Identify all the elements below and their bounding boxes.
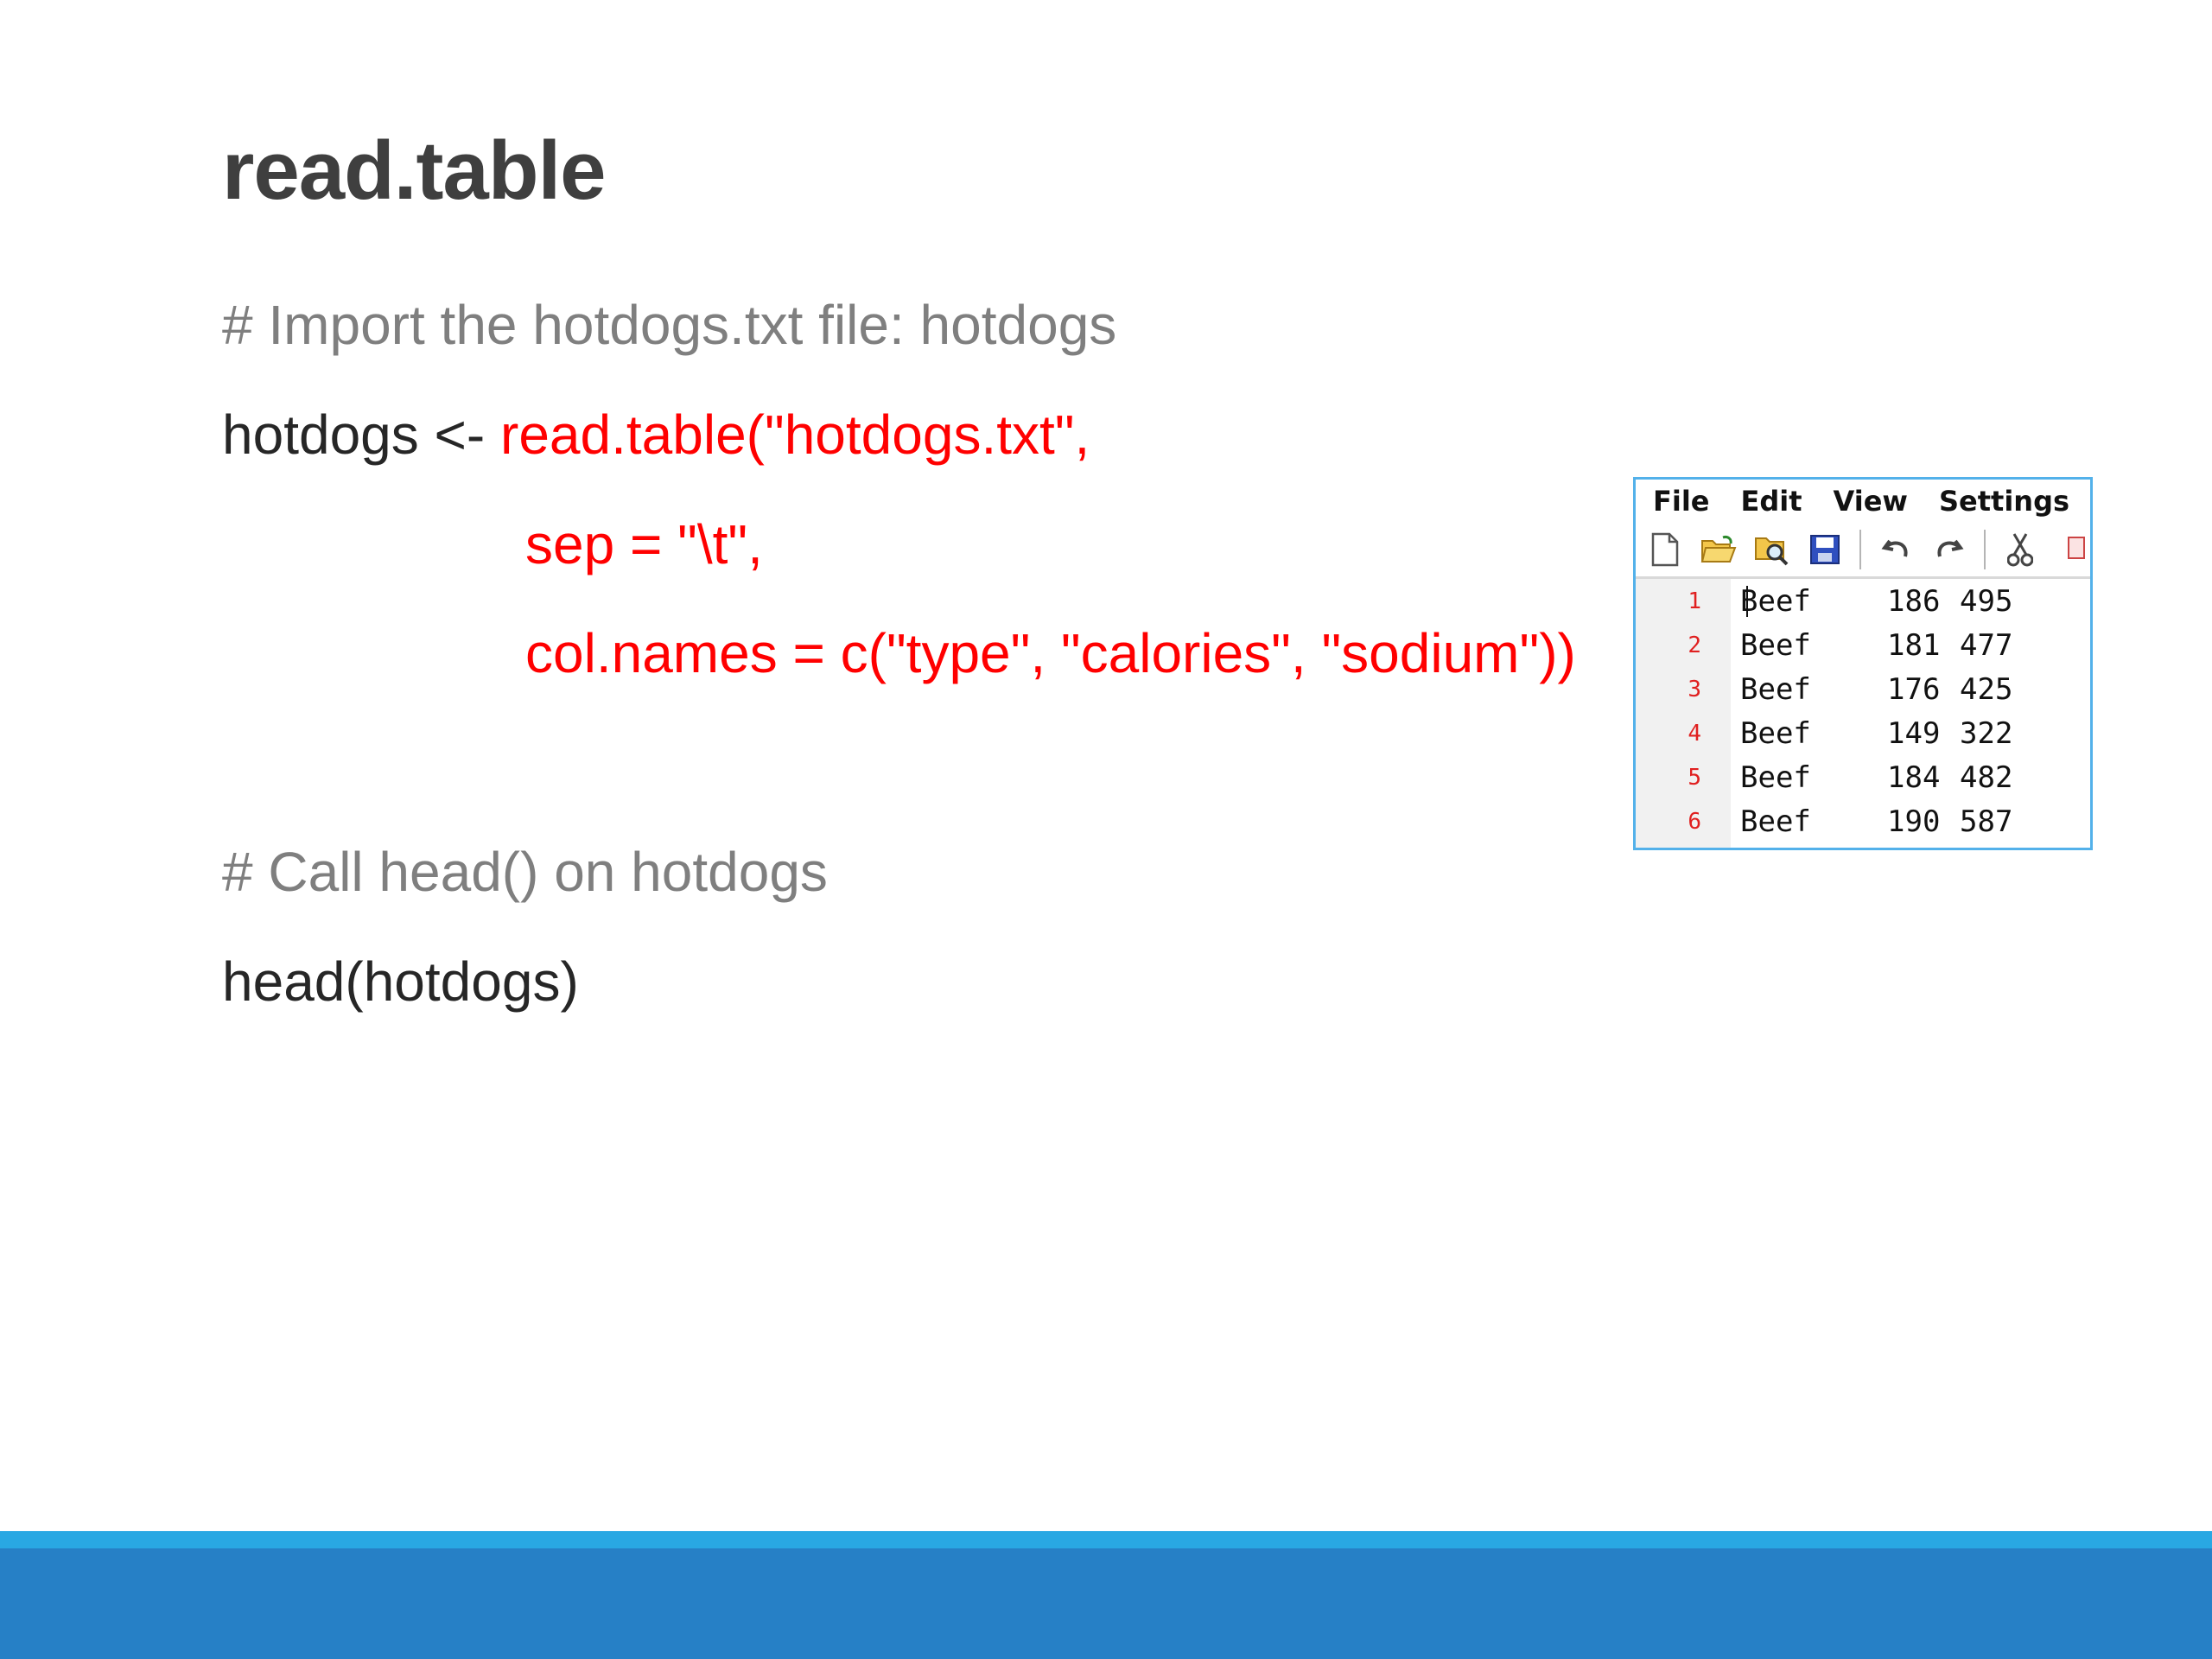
menu-bar: File Edit View Settings ? (1636, 480, 2090, 523)
find-icon[interactable] (1754, 531, 1790, 569)
toolbar-separator (1983, 530, 1986, 569)
cell-sodium: 477 (1960, 627, 2013, 663)
open-folder-icon[interactable] (1700, 531, 1737, 569)
menu-edit[interactable]: Edit (1741, 485, 1802, 518)
text-row: 1 Beef 186 495 (1636, 579, 2090, 623)
code-line-read-table: hotdogs <- read.table("hotdogs.txt", (222, 400, 1090, 469)
notepad-window: File Edit View Settings ? (1633, 477, 2093, 850)
toolbar (1636, 523, 2090, 579)
code-line-head: head(hotdogs) (222, 950, 579, 1013)
text-row: 6 Beef 190 587 (1636, 799, 2090, 843)
comment-import: # Import the hotdogs.txt file: hotdogs (222, 294, 1117, 356)
cell-sodium: 587 (1960, 804, 2013, 839)
cell-calories: 186 (1887, 583, 1941, 619)
code-read-table-call: read.table("hotdogs.txt", (500, 404, 1090, 466)
text-row: 2 Beef 181 477 (1636, 623, 2090, 667)
footer-bar (0, 1548, 2212, 1659)
text-caret (1746, 586, 1748, 617)
line-number: 5 (1688, 764, 1701, 791)
line-number: 6 (1688, 808, 1701, 835)
undo-icon[interactable] (1878, 531, 1914, 569)
cell-type: Beef (1740, 715, 1811, 751)
code-line-sep: sep = "\t", (525, 513, 763, 575)
cell-sodium: 482 (1960, 760, 2013, 795)
cell-sodium: 322 (1960, 715, 2013, 751)
redo-icon[interactable] (1931, 531, 1967, 569)
cell-calories: 184 (1887, 760, 1941, 795)
text-row: 5 Beef 184 482 (1636, 755, 2090, 799)
line-number: 4 (1688, 720, 1701, 747)
new-file-icon[interactable] (1648, 531, 1683, 569)
cell-type: Beef (1740, 760, 1811, 795)
comment-head: # Call head() on hotdogs (222, 841, 828, 903)
cell-calories: 181 (1887, 627, 1941, 663)
cell-calories: 149 (1887, 715, 1941, 751)
footer-accent-bar (0, 1531, 2212, 1548)
save-icon[interactable] (1808, 531, 1843, 569)
line-number: 1 (1688, 588, 1701, 614)
text-area[interactable]: 1 Beef 186 495 2 Beef 181 477 3 Beef 176… (1636, 579, 2090, 848)
cell-type: Beef (1740, 804, 1811, 839)
cell-calories: 190 (1887, 804, 1941, 839)
code-line-col-names: col.names = c("type", "calories", "sodiu… (525, 622, 1576, 684)
text-row: 3 Beef 176 425 (1636, 667, 2090, 711)
menu-view[interactable]: View (1834, 485, 1908, 518)
toolbar-separator (1859, 530, 1862, 569)
menu-settings[interactable]: Settings (1939, 485, 2069, 518)
cell-type: Beef (1740, 583, 1811, 619)
cut-icon[interactable] (2003, 531, 2038, 569)
menu-file[interactable]: File (1653, 485, 1710, 518)
code-assignment: hotdogs <- (222, 404, 500, 466)
cell-calories: 176 (1887, 671, 1941, 707)
line-number: 3 (1688, 676, 1701, 702)
text-row: 4 Beef 149 322 (1636, 711, 2090, 755)
line-number: 2 (1688, 632, 1701, 658)
cell-sodium: 425 (1960, 671, 2013, 707)
slide-title: read.table (222, 124, 607, 217)
cell-sodium: 495 (1960, 583, 2013, 619)
copy-icon[interactable] (2055, 531, 2090, 569)
cell-type: Beef (1740, 627, 1811, 663)
cell-type: Beef (1740, 671, 1811, 707)
